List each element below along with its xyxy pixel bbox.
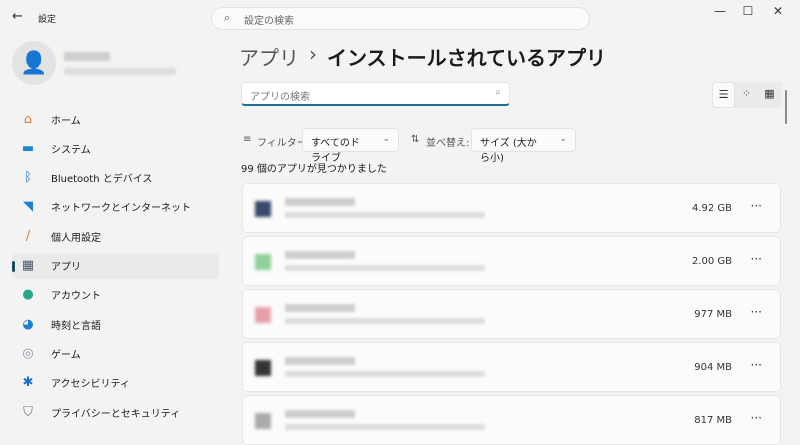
app-icon <box>255 360 271 376</box>
user-name <box>64 52 110 61</box>
app-row[interactable]: 2.00 GB ··· <box>242 236 781 286</box>
wifi-icon: ◥ <box>23 199 33 215</box>
sidebar-item[interactable]: ᛒ Bluetooth とデバイス <box>12 165 219 191</box>
app-search-input[interactable]: アプリの検索 ⌕ <box>241 82 510 106</box>
user-email <box>64 68 176 75</box>
app-details <box>285 371 485 377</box>
app-details <box>285 318 485 324</box>
grid-view-button[interactable]: ▦ <box>758 82 781 108</box>
back-button[interactable]: ← <box>12 9 23 24</box>
list-view-button[interactable]: ☰ <box>712 82 735 108</box>
window-title: 設定 <box>38 15 57 25</box>
app-row[interactable]: 977 MB ··· <box>242 289 781 339</box>
sidebar-item-label: アカウント <box>51 291 101 303</box>
view-switcher: ☰ ⁘ ▦ <box>712 82 782 108</box>
sidebar-item[interactable]: ⛉ プライバシーとセキュリティ <box>12 399 219 425</box>
app-name <box>285 357 355 365</box>
sidebar-item-label: システム <box>51 144 91 156</box>
settings-search-input[interactable]: ⌕ 設定の検索 <box>211 7 590 30</box>
sidebar-item-label: ホーム <box>51 115 81 127</box>
time-language-icon: ◕ <box>22 316 34 332</box>
sidebar-item-label: 時刻と言語 <box>51 320 101 332</box>
app-search-placeholder: アプリの検索 <box>250 92 310 103</box>
breadcrumb-separator: › <box>309 42 317 66</box>
sidebar-item[interactable]: ● アカウント <box>12 282 219 308</box>
sidebar-item[interactable]: ⌂ ホーム <box>12 106 219 132</box>
sidebar-item-label: Bluetooth とデバイス <box>51 174 153 186</box>
chevron-down-icon: ⌄ <box>559 134 567 144</box>
sidebar-item[interactable]: ◎ ゲーム <box>12 340 219 366</box>
filter-icon: ≡ <box>243 134 252 145</box>
app-icon <box>255 307 271 323</box>
sidebar-item-label: 個人用設定 <box>51 232 101 244</box>
tile-view-button[interactable]: ⁘ <box>735 82 758 108</box>
app-icon <box>255 201 271 217</box>
sort-value: サイズ (大から小) <box>480 138 537 164</box>
app-count: 99 個のアプリが見つかりました <box>241 164 387 175</box>
app-icon <box>255 413 271 429</box>
sidebar-item[interactable]: / 個人用設定 <box>12 223 219 249</box>
more-options-button[interactable]: ··· <box>751 305 762 319</box>
home-icon: ⌂ <box>23 111 33 127</box>
minimize-button[interactable]: — <box>706 4 734 24</box>
app-size: 977 MB <box>694 309 732 320</box>
search-icon: ⌕ <box>495 87 501 98</box>
account-icon: ● <box>22 287 34 303</box>
brush-icon: / <box>25 228 31 244</box>
sidebar-item[interactable]: ◕ 時刻と言語 <box>12 311 219 337</box>
search-icon: ⌕ <box>224 11 231 24</box>
more-options-button[interactable]: ··· <box>751 252 762 266</box>
sort-dropdown[interactable]: サイズ (大から小) ⌄ <box>471 128 576 164</box>
sidebar-item-label: プライバシーとセキュリティ <box>51 408 181 420</box>
sidebar-item[interactable]: ✱ アクセシビリティ <box>12 370 219 396</box>
app-details <box>285 265 485 271</box>
sidebar-item-label: ゲーム <box>51 349 81 361</box>
app-row[interactable]: 4.92 GB ··· <box>242 183 781 233</box>
avatar[interactable]: 👤 <box>12 41 56 85</box>
close-button[interactable]: ✕ <box>764 4 792 24</box>
breadcrumb-current: インストールされているアプリ <box>327 46 606 70</box>
sort-label: 並べ替え: <box>426 138 470 149</box>
app-size: 817 MB <box>694 415 732 426</box>
app-name <box>285 304 355 312</box>
app-icon <box>255 254 271 270</box>
sidebar-item[interactable]: ◥ ネットワークとインターネット <box>12 194 219 220</box>
more-options-button[interactable]: ··· <box>751 199 762 213</box>
sidebar-item-label: ネットワークとインターネット <box>51 203 191 215</box>
maximize-button[interactable]: ☐ <box>734 4 762 24</box>
sort-icon: ⇅ <box>411 134 420 145</box>
page-title: アプリ › インストールされているアプリ <box>239 42 606 71</box>
sidebar-item-label: アクセシビリティ <box>51 379 130 391</box>
breadcrumb-apps[interactable]: アプリ <box>239 42 299 71</box>
app-name <box>285 198 355 206</box>
accessibility-icon: ✱ <box>22 375 34 391</box>
search-placeholder: 設定の検索 <box>244 16 294 27</box>
chevron-down-icon: ⌄ <box>382 134 390 144</box>
more-options-button[interactable]: ··· <box>751 358 762 372</box>
system-icon: ▬ <box>21 140 35 156</box>
apps-icon: ▦ <box>21 258 35 273</box>
app-name <box>285 410 355 418</box>
active-indicator <box>12 260 15 272</box>
app-details <box>285 212 485 218</box>
app-row[interactable]: 904 MB ··· <box>242 342 781 392</box>
sidebar-item[interactable]: ▬ システム <box>12 135 219 161</box>
more-options-button[interactable]: ··· <box>751 411 762 425</box>
shield-icon: ⛉ <box>23 404 33 420</box>
app-details <box>285 424 485 430</box>
filter-dropdown[interactable]: すべてのドライブ ⌄ <box>302 128 399 164</box>
filter-value: すべてのドライブ <box>311 138 360 164</box>
app-row[interactable]: 817 MB ··· <box>242 395 781 445</box>
app-size: 4.92 GB <box>691 203 732 214</box>
sidebar-item[interactable]: ▦ アプリ <box>12 252 219 279</box>
app-size: 904 MB <box>694 362 732 373</box>
app-name <box>285 251 355 259</box>
gaming-icon: ◎ <box>22 345 34 361</box>
sidebar-item-label: アプリ <box>51 262 81 273</box>
bluetooth-icon: ᛒ <box>24 170 32 186</box>
scrollbar[interactable] <box>785 90 787 124</box>
app-size: 2.00 GB <box>691 256 732 267</box>
